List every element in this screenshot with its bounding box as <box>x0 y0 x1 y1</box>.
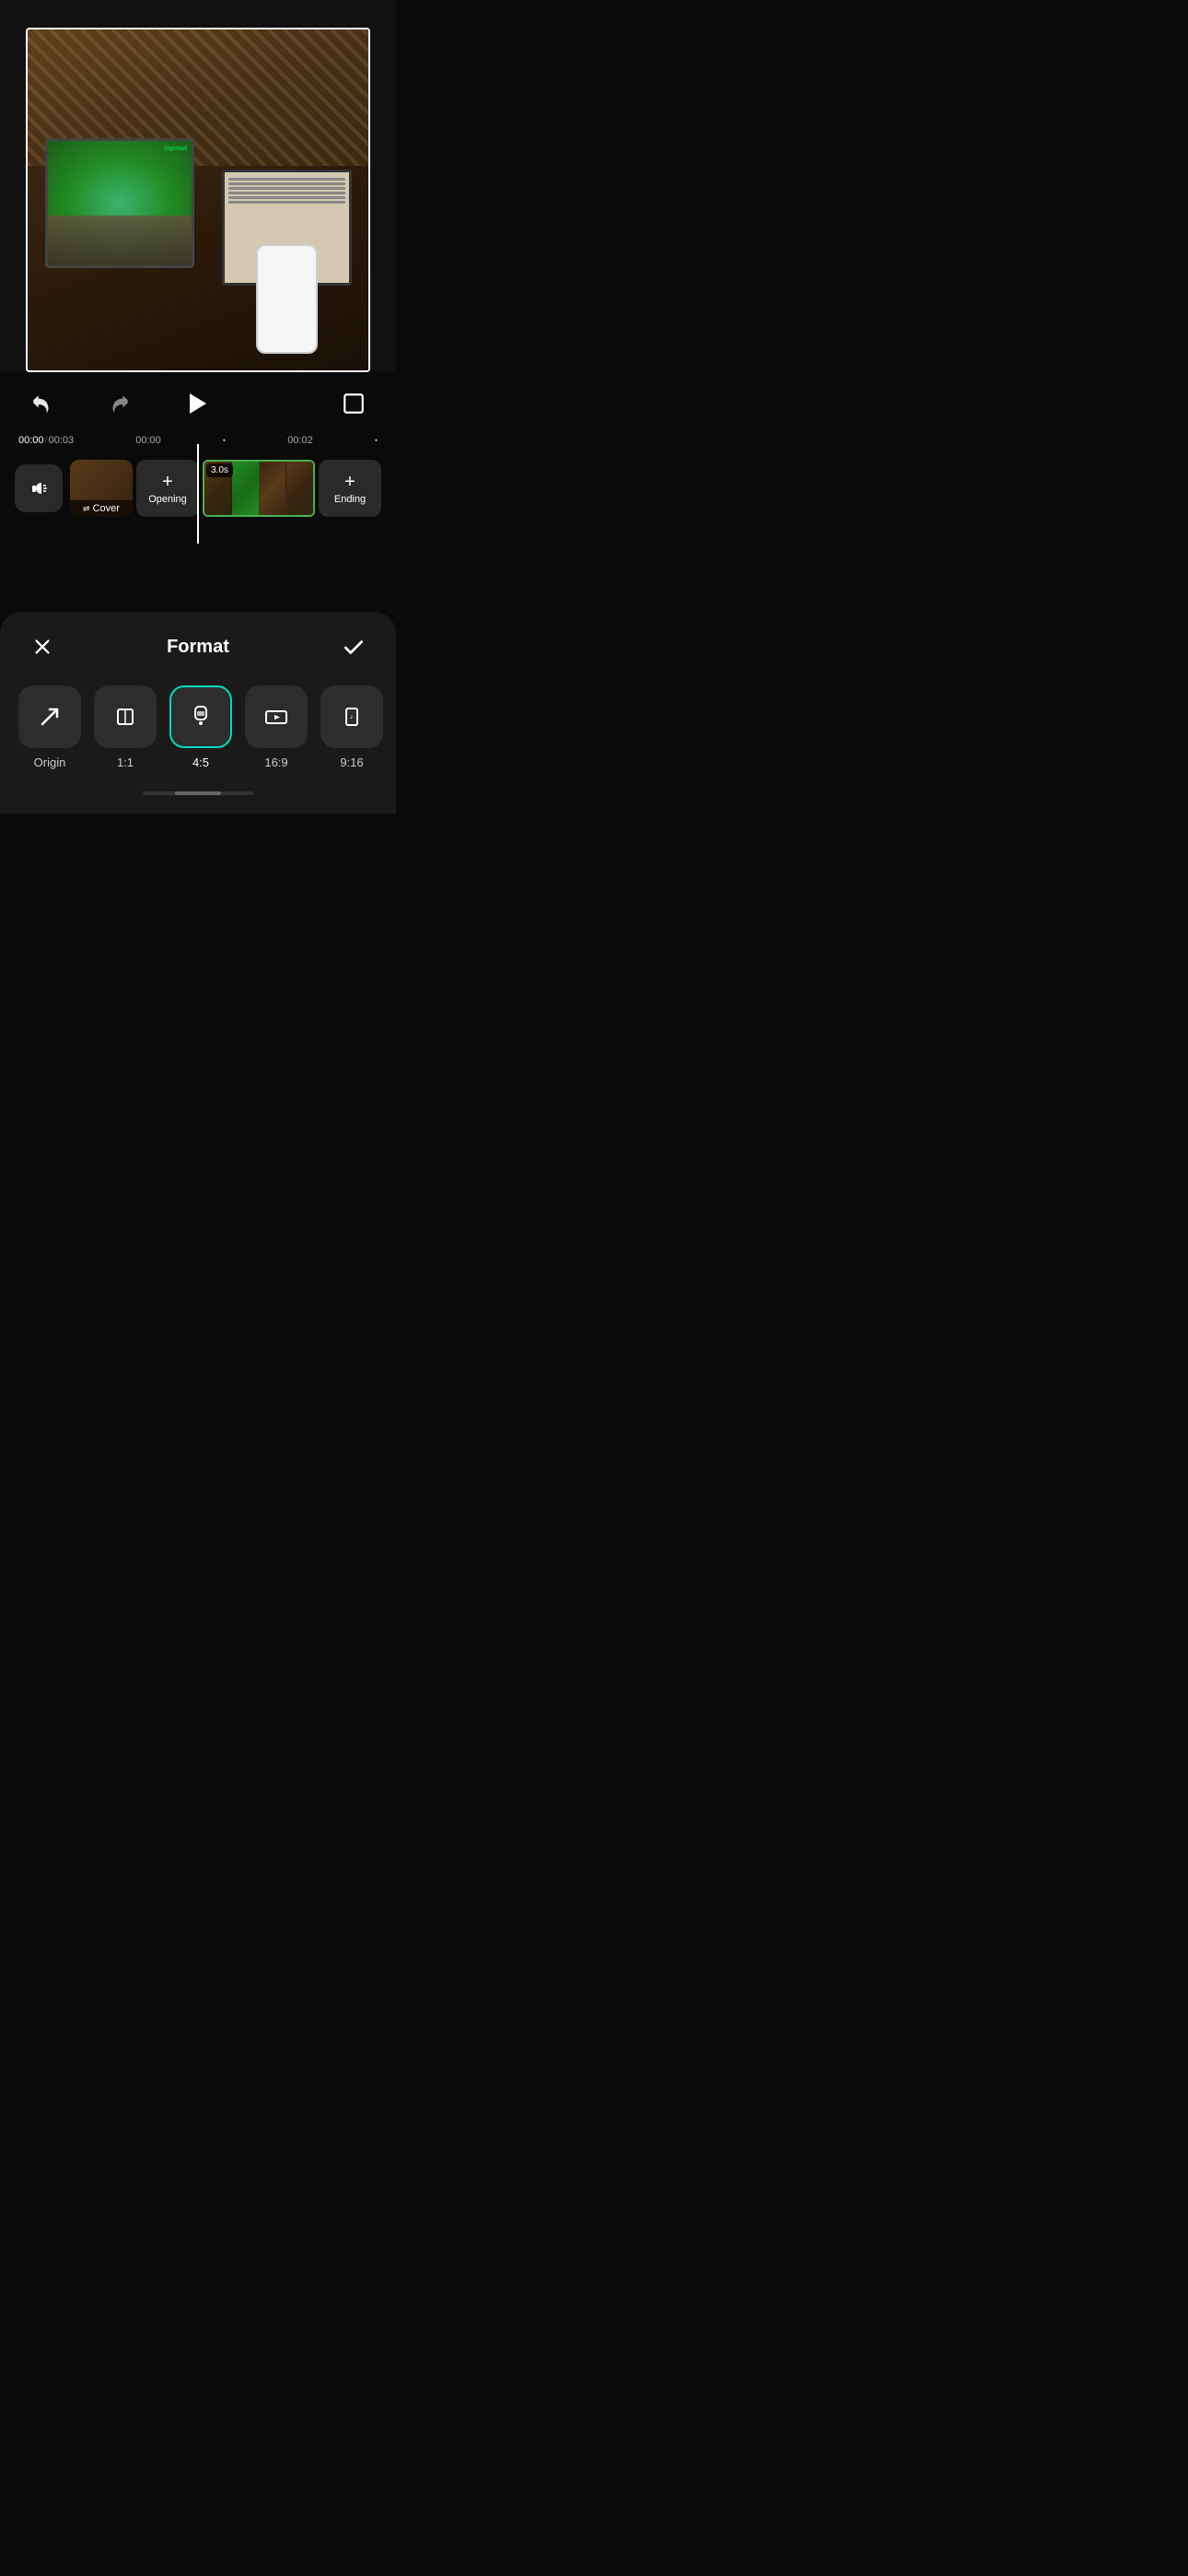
format-option-origin[interactable]: Origin <box>18 685 81 769</box>
ending-label: Ending <box>334 494 366 505</box>
timeline-bar: 00:00 / 00:03 00:00 • 00:02 • <box>0 435 396 531</box>
video-frame: tapmad <box>26 28 370 372</box>
ending-plus-icon: + <box>344 473 355 491</box>
format-close-button[interactable] <box>26 630 59 663</box>
redo-button[interactable] <box>102 387 135 420</box>
end-timestamp: 00:02 <box>287 435 313 446</box>
format-panel: Format Origin <box>0 612 396 814</box>
ending-chip[interactable]: + Ending <box>319 460 381 517</box>
tv-screen: tapmad <box>45 138 195 268</box>
tapmad-watermark: tapmad <box>164 146 187 152</box>
playhead <box>197 444 199 544</box>
undo-button[interactable] <box>26 387 59 420</box>
scroll-indicator <box>143 791 253 795</box>
total-time: 00:03 <box>49 435 75 446</box>
clip-duration-badge: 3.0s <box>206 463 233 477</box>
clip-frame-3 <box>260 462 287 515</box>
format-header: Format <box>0 612 396 678</box>
scroll-thumb <box>175 791 221 795</box>
format-icon-1-1 <box>94 685 157 748</box>
cover-thumbnail <box>70 460 133 499</box>
format-icon-4-5 <box>169 685 232 748</box>
format-label-9-16: 9:16 <box>340 755 363 769</box>
format-title: Format <box>167 637 229 658</box>
video-preview-area: tapmad <box>0 0 396 372</box>
audio-chip[interactable] <box>15 464 63 512</box>
opening-plus-icon: + <box>162 473 173 491</box>
opening-chip[interactable]: + Opening <box>136 460 199 517</box>
format-label-1-1: 1:1 <box>117 755 134 769</box>
cover-chip[interactable]: ⇌ Cover <box>70 460 133 517</box>
clip-frame-4 <box>286 462 313 515</box>
format-option-16-9[interactable]: 16:9 <box>245 685 308 769</box>
svg-text:♪: ♪ <box>350 714 354 720</box>
clip-strip-wrapper[interactable]: 3.0s <box>203 460 315 517</box>
timeline-track: ⇌ Cover + Opening 3.0s + Ending <box>15 451 381 525</box>
format-label-4-5: 4:5 <box>192 755 209 769</box>
video-thumbnail: tapmad <box>28 29 368 370</box>
current-time: 00:00 <box>18 435 44 446</box>
laptop-content <box>225 172 349 209</box>
hand-with-phone <box>256 244 318 353</box>
format-options-list: Origin 1:1 <box>0 678 396 784</box>
cover-label: ⇌ Cover <box>70 500 133 517</box>
audio-icon <box>26 475 52 501</box>
format-icon-16-9 <box>245 685 308 748</box>
play-icon <box>190 393 206 414</box>
controls-bar <box>0 372 396 435</box>
format-label-16-9: 16:9 <box>264 755 287 769</box>
format-label-origin: Origin <box>34 755 66 769</box>
format-icon-origin <box>18 685 81 748</box>
opening-label: Opening <box>148 494 187 505</box>
format-option-1-1[interactable]: 1:1 <box>94 685 157 769</box>
format-option-4-5[interactable]: 4:5 <box>169 685 232 769</box>
format-option-9-16[interactable]: ♪ 9:16 <box>320 685 383 769</box>
format-icon-9-16: ♪ <box>320 685 383 748</box>
clip-frame-2 <box>232 462 260 515</box>
fullscreen-button[interactable] <box>337 387 370 420</box>
format-confirm-button[interactable] <box>337 630 370 663</box>
play-button[interactable] <box>178 383 218 424</box>
mid-timestamp: 00:00 <box>135 435 161 446</box>
